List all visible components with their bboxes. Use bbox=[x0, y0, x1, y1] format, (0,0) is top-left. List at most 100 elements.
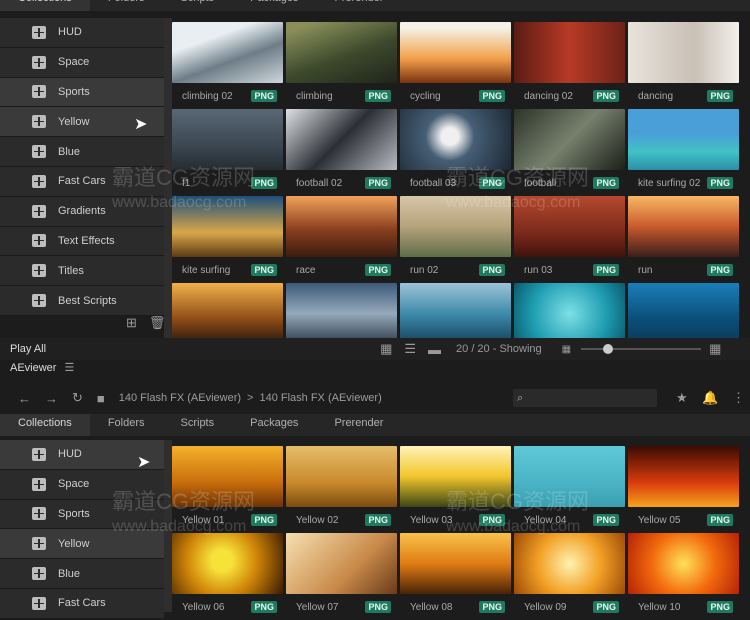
forward-arrow-icon[interactable]: → bbox=[45, 391, 58, 406]
tab-prerender[interactable]: Prerender bbox=[316, 414, 401, 436]
grid-view-icon[interactable]: ▦ bbox=[380, 341, 392, 357]
thumbnail-image[interactable] bbox=[286, 446, 397, 507]
thumbnail-card[interactable]: Yellow 05 PNG bbox=[628, 446, 739, 533]
sidebar-item-hud[interactable]: HUD bbox=[0, 18, 164, 48]
sidebar-item-sports[interactable]: Sports bbox=[0, 77, 164, 108]
tab-collections[interactable]: Collections bbox=[0, 0, 90, 11]
thumbnail-card[interactable]: Yellow 06 PNG bbox=[172, 533, 283, 620]
list-view-icon[interactable]: ☰ bbox=[404, 341, 416, 357]
tab-packages[interactable]: Packages bbox=[232, 0, 316, 11]
thumbnail-image[interactable] bbox=[172, 22, 283, 83]
breadcrumb-1[interactable]: 140 Flash FX (AEviewer) bbox=[119, 392, 241, 404]
thumbnail-card[interactable]: race PNG bbox=[286, 196, 397, 283]
thumbnail-card[interactable]: football 03 PNG bbox=[400, 109, 511, 196]
thumbnail-card[interactable]: kite surfing PNG bbox=[172, 196, 283, 283]
sidebar-item-titles[interactable]: Titles bbox=[0, 256, 164, 287]
thumbnail-image[interactable] bbox=[628, 109, 739, 170]
thumbnail-image[interactable] bbox=[400, 533, 511, 594]
refresh-icon[interactable]: ↻ bbox=[72, 390, 83, 406]
thumbnail-image[interactable] bbox=[400, 446, 511, 507]
star-icon[interactable]: ★ bbox=[676, 390, 688, 406]
tab-folders[interactable]: Folders bbox=[90, 0, 163, 11]
thumbnail-card[interactable]: dancing PNG bbox=[628, 22, 739, 109]
tab-collections[interactable]: Collections bbox=[0, 414, 90, 436]
thumbnail-image[interactable] bbox=[628, 22, 739, 83]
thumbnail-card[interactable]: run 03 PNG bbox=[514, 196, 625, 283]
sidebar-item-blue[interactable]: Blue bbox=[0, 559, 164, 589]
thumbnail-image[interactable] bbox=[172, 196, 283, 257]
more-icon[interactable]: ⋮ bbox=[732, 390, 745, 406]
thumbnail-card[interactable]: Yellow 08 PNG bbox=[400, 533, 511, 620]
thumbnail-image[interactable] bbox=[400, 283, 511, 344]
tab-scripts[interactable]: Scripts bbox=[163, 414, 233, 436]
menu-icon[interactable]: ☰ bbox=[64, 361, 74, 374]
thumbnail-card[interactable]: run 02 PNG bbox=[400, 196, 511, 283]
thumbnail-image[interactable] bbox=[286, 283, 397, 344]
thumbnail-image[interactable] bbox=[286, 533, 397, 594]
sidebar-item-fast-cars[interactable]: Fast Cars bbox=[0, 588, 164, 619]
thumbnail-card[interactable]: football 02 PNG bbox=[286, 109, 397, 196]
thumbnail-card[interactable]: Yellow 02 PNG bbox=[286, 446, 397, 533]
thumb-size-slider[interactable] bbox=[581, 344, 702, 354]
thumbnail-card[interactable]: Yellow 07 PNG bbox=[286, 533, 397, 620]
thumbnail-card[interactable]: cycling PNG bbox=[400, 22, 511, 109]
tab-folders[interactable]: Folders bbox=[90, 414, 163, 436]
thumbnail-image[interactable] bbox=[286, 196, 397, 257]
tab-prerender[interactable]: Prerender bbox=[316, 0, 401, 11]
thumbnail-image[interactable] bbox=[400, 196, 511, 257]
thumbnail-card[interactable]: dancing 02 PNG bbox=[514, 22, 625, 109]
thumbnail-image[interactable] bbox=[172, 446, 283, 507]
thumbnail-image[interactable] bbox=[514, 22, 625, 83]
thumbnail-card[interactable]: Yellow 03 PNG bbox=[400, 446, 511, 533]
tab-scripts[interactable]: Scripts bbox=[163, 0, 233, 11]
thumbnail-image[interactable] bbox=[514, 109, 625, 170]
thumbnail-card[interactable]: Yellow 04 PNG bbox=[514, 446, 625, 533]
thumbnail-image[interactable] bbox=[286, 22, 397, 83]
thumbnail-card[interactable]: football PNG bbox=[514, 109, 625, 196]
thumbnail-image[interactable] bbox=[628, 283, 739, 344]
add-collection-icon[interactable]: ⊞ bbox=[126, 315, 137, 331]
thumbnail-image[interactable] bbox=[628, 196, 739, 257]
thumbnail-card[interactable]: Yellow 09 PNG bbox=[514, 533, 625, 620]
sidebar-item-text-effects[interactable]: Text Effects bbox=[0, 226, 164, 257]
back-arrow-icon[interactable]: ← bbox=[18, 391, 31, 406]
sidebar-item-yellow[interactable]: Yellow bbox=[0, 529, 164, 560]
thumbnail-image[interactable] bbox=[286, 109, 397, 170]
thumbnail-image[interactable] bbox=[514, 196, 625, 257]
sidebar-item-gradients[interactable]: Gradients bbox=[0, 196, 164, 227]
bell-icon[interactable]: 🔔 bbox=[702, 390, 718, 406]
thumbnail-card[interactable]: kite surfing 02 PNG bbox=[628, 109, 739, 196]
thumbnail-card[interactable]: Yellow 10 PNG bbox=[628, 533, 739, 620]
sidebar-item-space[interactable]: Space bbox=[0, 469, 164, 500]
thumbnail-card[interactable]: climbing 02 PNG bbox=[172, 22, 283, 109]
thumbnail-image[interactable] bbox=[400, 109, 511, 170]
sidebar-item-space[interactable]: Space bbox=[0, 47, 164, 78]
sidebar-item-fast-cars[interactable]: Fast Cars bbox=[0, 166, 164, 197]
sidebar-scrollbar[interactable] bbox=[164, 18, 172, 338]
sidebar-item-blue[interactable]: Blue bbox=[0, 137, 164, 167]
trash-icon[interactable]: 🗑 bbox=[149, 315, 166, 331]
thumbnail-card[interactable]: f1 PNG bbox=[172, 109, 283, 196]
thumbnail-image[interactable] bbox=[628, 533, 739, 594]
grid-size-icon[interactable]: ▦ bbox=[709, 341, 721, 357]
folder-icon[interactable]: ■ bbox=[97, 391, 105, 406]
thumbnail-card[interactable]: climbing PNG bbox=[286, 22, 397, 109]
thumbnail-image[interactable] bbox=[400, 22, 511, 83]
sidebar-item-sports[interactable]: Sports bbox=[0, 499, 164, 530]
large-view-icon[interactable]: ▬ bbox=[428, 342, 441, 357]
thumbnail-image[interactable] bbox=[172, 533, 283, 594]
thumbnail-image[interactable] bbox=[628, 446, 739, 507]
play-all-button[interactable]: Play All bbox=[10, 343, 46, 355]
thumbnail-image[interactable] bbox=[514, 533, 625, 594]
sidebar-item-best-scripts[interactable]: Best Scripts bbox=[0, 286, 164, 316]
thumbnail-card[interactable]: run PNG bbox=[628, 196, 739, 283]
tab-packages[interactable]: Packages bbox=[232, 414, 316, 436]
thumbnail-card[interactable]: Yellow 01 PNG bbox=[172, 446, 283, 533]
breadcrumb-2[interactable]: 140 Flash FX (AEviewer) bbox=[259, 392, 381, 404]
search-input[interactable]: ⌕ bbox=[513, 389, 657, 407]
thumbnail-image[interactable] bbox=[172, 283, 283, 344]
thumbnail-image[interactable] bbox=[514, 283, 625, 344]
thumbnail-image[interactable] bbox=[172, 109, 283, 170]
thumbnail-image[interactable] bbox=[514, 446, 625, 507]
thumb-size-icon[interactable]: ▦ bbox=[562, 344, 571, 355]
